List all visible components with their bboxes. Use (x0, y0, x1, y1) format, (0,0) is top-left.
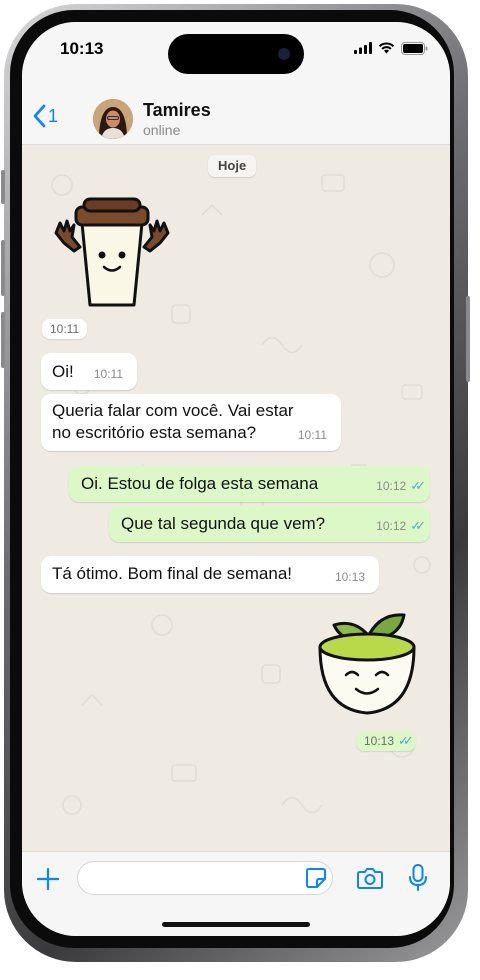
message-bubble-incoming[interactable]: Oi! 10:11 (41, 353, 137, 390)
unread-count: 1 (48, 105, 59, 126)
read-ticks-icon: ✓✓ (410, 478, 426, 493)
sticker-timestamp: 10:13 ✓✓ (356, 731, 416, 751)
read-ticks-icon: ✓✓ (398, 733, 414, 748)
message-text: Que tal segunda que vem? (121, 514, 326, 533)
message-time: 10:11 (93, 367, 123, 381)
battery-icon (401, 41, 428, 55)
read-ticks-icon: ✓✓ (410, 518, 426, 533)
status-time: 10:13 (60, 39, 104, 58)
message-text: Oi. Estou de folga esta semana (81, 474, 319, 493)
avatar-image (93, 99, 133, 139)
coffee-cup-sticker[interactable] (50, 193, 174, 311)
message-text-line1: Queria falar com você. Vai estar (52, 401, 294, 420)
message-time: 10:11 (297, 428, 327, 442)
message-bubble-incoming[interactable]: Queria falar com você. Vai estar no escr… (41, 394, 341, 451)
action-button (1, 170, 5, 204)
date-chip: Hoje (208, 155, 257, 177)
chat-area[interactable]: Hoje 10:11 Oi! 10:11 Queria falar com vo… (22, 145, 450, 851)
front-camera (278, 48, 290, 60)
message-meta: 10:12 ✓✓ (376, 475, 426, 497)
plus-icon (36, 867, 60, 891)
message-time: 10:12 (376, 479, 407, 493)
microphone-button[interactable] (408, 864, 428, 892)
avatar[interactable] (93, 99, 133, 139)
message-input[interactable] (77, 861, 333, 895)
dynamic-island (168, 34, 304, 74)
message-text-line2: no escritório esta semana? (52, 423, 257, 442)
camera-button[interactable] (357, 866, 383, 890)
composer-bar (22, 851, 450, 936)
message-meta: 10:12 ✓✓ (376, 515, 426, 537)
coffee-cup-sticker-image (54, 197, 170, 307)
chat-header: 1 Tamires online (22, 74, 450, 145)
status-icons (354, 40, 428, 56)
sticker-icon (306, 868, 326, 888)
wifi-icon (378, 42, 395, 54)
message-bubble-outgoing[interactable]: Oi. Estou de folga esta semana 10:12 ✓✓ (69, 466, 430, 502)
back-button[interactable]: 1 (32, 104, 58, 128)
contact-status: online (143, 122, 181, 138)
chevron-left-icon (33, 104, 46, 128)
contact-name[interactable]: Tamires (143, 100, 211, 121)
volume-down-button (1, 312, 5, 368)
status-bar: 10:13 (22, 22, 450, 74)
sticker-button[interactable] (305, 867, 327, 889)
camera-icon (357, 868, 383, 889)
microphone-icon (409, 864, 427, 891)
sticker-timestamp: 10:11 (42, 319, 88, 339)
message-bubble-outgoing[interactable]: Que tal segunda que vem? 10:12 ✓✓ (109, 506, 430, 542)
attach-button[interactable] (36, 867, 60, 891)
message-time: 10:12 (376, 519, 407, 533)
volume-up-button (1, 240, 5, 296)
home-indicator[interactable] (162, 922, 310, 927)
screen: 10:13 1 Tamires online Hoje 10:11 Oi! 10… (22, 22, 450, 936)
message-bubble-incoming[interactable]: Tá ótimo. Bom final de semana! 10:13 (41, 556, 379, 593)
tea-cup-sticker-image (318, 613, 416, 715)
message-time: 10:13 (334, 570, 365, 584)
sticker-time-text: 10:11 (50, 322, 80, 336)
sticker-time-text: 10:13 (364, 734, 395, 748)
power-button (466, 296, 470, 382)
cellular-signal-icon (354, 42, 372, 54)
message-text: Tá ótimo. Bom final de semana! (52, 564, 293, 583)
message-text: Oi! (52, 362, 74, 381)
tea-cup-sticker[interactable] (312, 609, 422, 719)
